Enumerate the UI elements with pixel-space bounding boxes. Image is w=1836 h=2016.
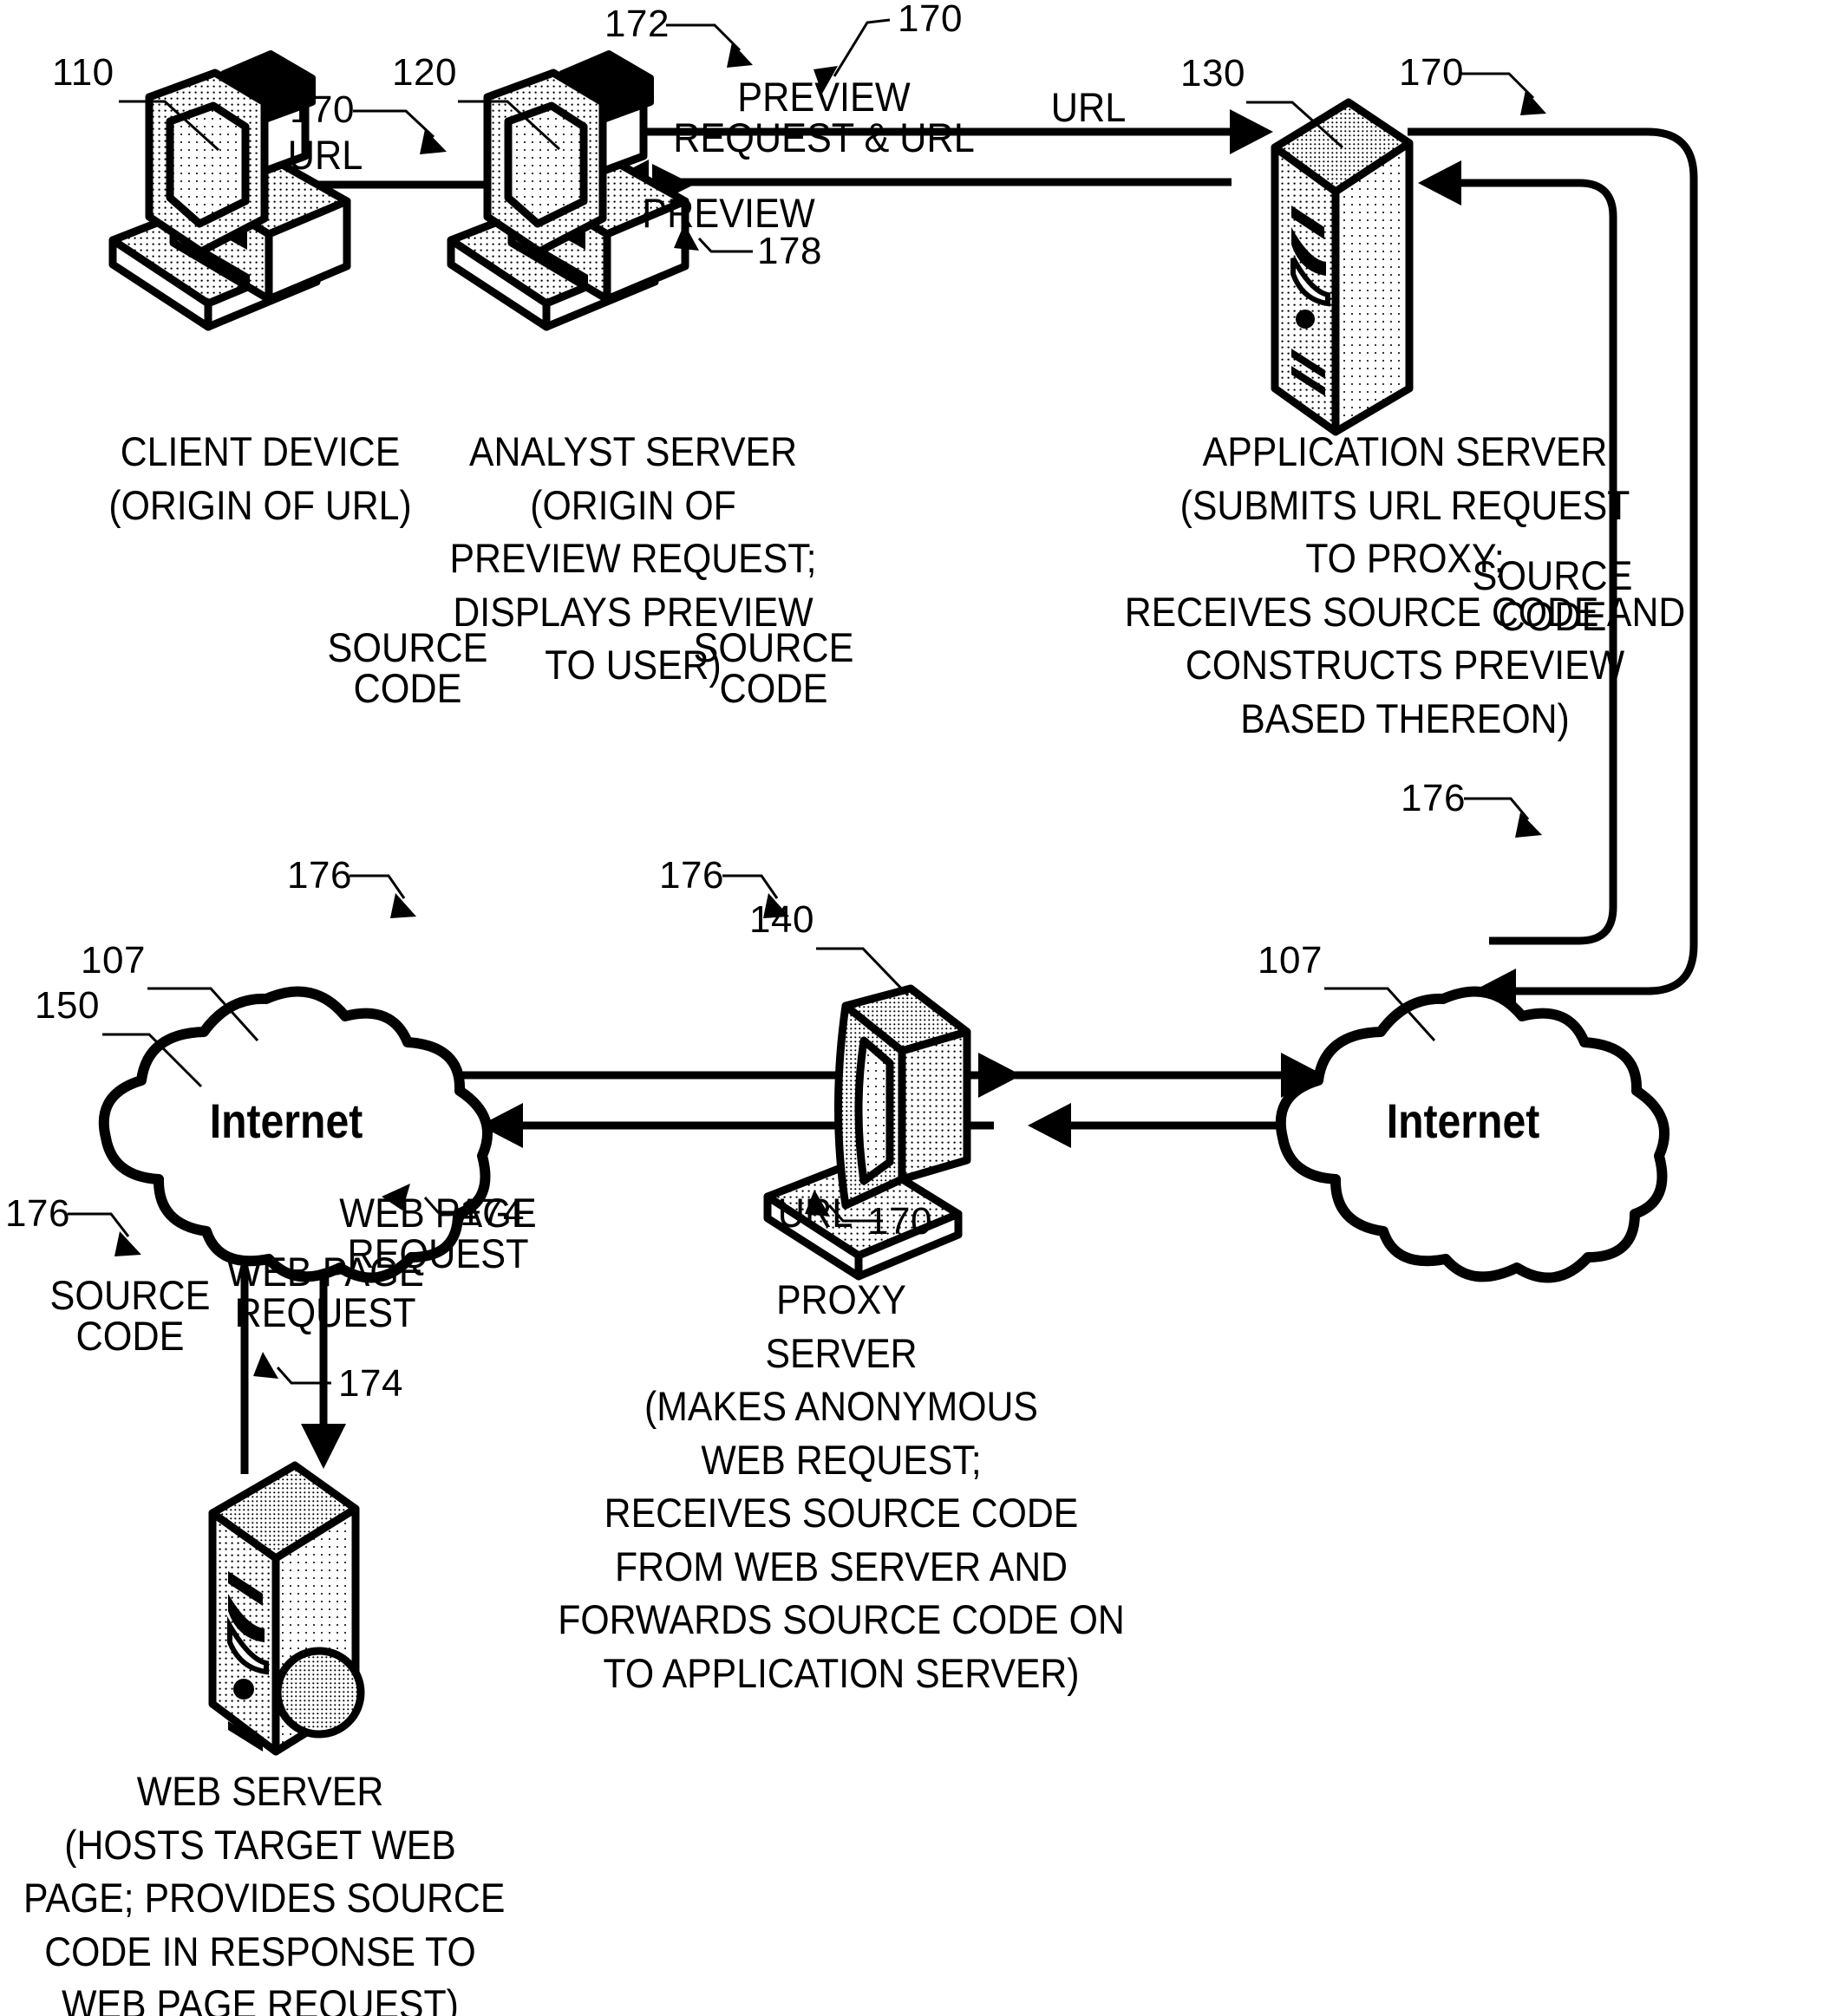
leader-130 [1246, 101, 1344, 149]
application-server-icon [1271, 98, 1414, 436]
flow-label-preview-request-url: PREVIEW REQUEST & URL [673, 74, 975, 160]
numeral-120: 120 [392, 51, 457, 94]
internet-cloud-right-label: Internet [1386, 1093, 1540, 1148]
arrow-proxy-to-internet-right [1015, 1053, 1324, 1098]
flow-label-preview: PREVIEW [642, 190, 815, 236]
numeral-140: 140 [749, 898, 814, 941]
numeral-176-left: 176 [287, 854, 352, 897]
numeral-174-webserver: 174 [338, 1362, 403, 1405]
numeral-170-url1: 170 [290, 88, 355, 131]
proxy-server-caption: PROXY SERVER (MAKES ANONYMOUS WEB REQUES… [558, 1276, 1125, 1696]
internet-cloud-left-label: Internet [209, 1093, 363, 1148]
flow-label-web-page-request-webserver: WEB PAGE REQUEST [226, 1249, 424, 1335]
numeral-107-left: 107 [81, 939, 146, 982]
pointer-174-webserver [253, 1352, 331, 1385]
numeral-176-mid: 176 [659, 854, 724, 897]
pointer-176-right [1464, 797, 1542, 838]
flow-label-url-client-analyst: URL [287, 132, 363, 178]
numeral-170-url2: 170 [1399, 51, 1464, 94]
pointer-170-url2 [1460, 72, 1546, 115]
pointer-176-left [350, 874, 416, 918]
leader-110 [119, 100, 220, 152]
web-server-caption: WEB SERVER (HOSTS TARGET WEB PAGE; PROVI… [23, 1768, 506, 2016]
leader-150 [102, 1033, 203, 1088]
pointer-172 [666, 23, 753, 68]
diagram-drawing-layer [68, 18, 1698, 1756]
patent-figure: 110 120 130 140 150 107 107 170 172 170 … [0, 0, 1836, 2016]
analyst-server-caption: ANALYST SERVER (ORIGIN OF PREVIEW REQUES… [449, 428, 817, 688]
flow-label-url-appserver-out: URL [1050, 84, 1127, 130]
leader-140 [816, 947, 910, 997]
numeral-150: 150 [35, 984, 100, 1027]
numeral-107-right: 107 [1258, 939, 1323, 982]
flow-label-url-cloud-proxy: URL [777, 1190, 853, 1236]
numeral-176-webserver: 176 [5, 1192, 70, 1235]
leader-107-right [1324, 987, 1436, 1042]
arrow-proxy-to-internet-left [480, 1103, 994, 1148]
application-server-caption: APPLICATION SERVER (SUBMITS URL REQUEST … [1124, 428, 1686, 741]
arrow-internet-right-to-proxy [1028, 1103, 1310, 1148]
web-server-icon [208, 1461, 365, 1756]
numeral-178: 178 [757, 230, 822, 272]
leader-120 [458, 100, 561, 151]
arrow-internet-left-to-proxy [442, 1053, 1022, 1098]
leader-107-left [147, 987, 259, 1042]
numeral-172: 172 [604, 3, 670, 45]
numeral-110: 110 [52, 51, 114, 94]
pointer-176-webserver [68, 1212, 141, 1256]
numeral-170-preview-request: 170 [898, 0, 963, 40]
numeral-176-right: 176 [1401, 777, 1466, 819]
